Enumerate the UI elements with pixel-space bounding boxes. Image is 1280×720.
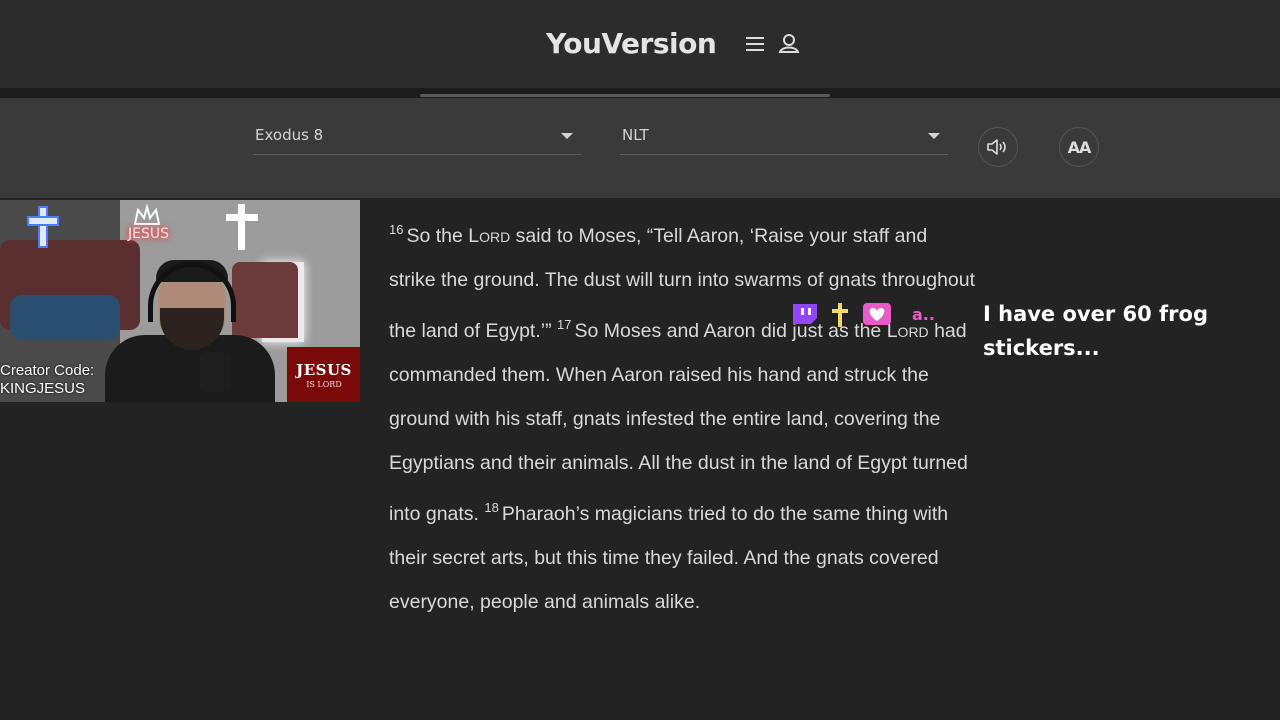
webcam-chair (232, 262, 298, 338)
font-size-label: AA (1067, 137, 1092, 157)
header-divider (0, 88, 1280, 98)
neon-jesus-sign: JESUS (128, 226, 169, 242)
jesus-is-lord-badge: JESUS IS LORD (287, 347, 360, 402)
cross-icon (832, 303, 848, 327)
chevron-down-icon (561, 133, 573, 139)
app-header: YouVersion (0, 0, 1280, 88)
twitch-chat-icon (793, 304, 817, 324)
chat-emote-suffix: a.. (912, 305, 935, 324)
badge-title: JESUS (296, 360, 352, 379)
webcam-blanket (10, 295, 120, 340)
verse-text: had commanded them. When Aaron raised hi… (389, 319, 968, 525)
version-label: NLT (622, 126, 649, 144)
book-chapter-select[interactable]: Exodus 8 (253, 118, 581, 155)
hamburger-menu-icon[interactable] (745, 34, 765, 54)
version-select[interactable]: NLT (620, 118, 948, 155)
chat-message: I have over 60 frog stickers... (983, 302, 1209, 360)
verse-number: 18 (484, 499, 499, 515)
speaker-audio-icon (987, 139, 1006, 155)
creator-code-label: Creator Code: (0, 362, 95, 379)
verse-number: 16 (389, 222, 404, 237)
creator-code-value: KINGJESUS (0, 380, 86, 397)
webcam-overlay: JESUS Creator Code: KINGJESUS JESUS IS L… (0, 200, 360, 402)
neon-cross-white-icon (226, 204, 258, 250)
creator-code: Creator Code: KINGJESUS (0, 362, 94, 398)
reader-toolbar: Exodus 8 NLT AA (0, 98, 1280, 198)
badge-subtitle: IS LORD (306, 379, 342, 389)
youversion-logo[interactable]: YouVersion (546, 27, 717, 60)
heart-icon (863, 303, 891, 325)
user-profile-icon[interactable] (778, 32, 800, 54)
book-chapter-label: Exodus 8 (255, 126, 324, 144)
verse-text: So the (406, 225, 469, 247)
scrolled-text-ghost (420, 88, 830, 98)
chevron-down-icon (928, 133, 940, 139)
neon-cross-icon (27, 206, 59, 248)
mic-icon (200, 352, 230, 392)
verse-number: 17 (557, 316, 572, 332)
bible-passage: 16 So the Lord said to Moses, “Tell Aaron… (389, 208, 979, 625)
lord-small-caps: Lord (468, 225, 511, 247)
audio-button[interactable] (978, 127, 1018, 167)
neon-crown-icon (133, 204, 161, 225)
font-size-button[interactable]: AA (1059, 127, 1099, 167)
